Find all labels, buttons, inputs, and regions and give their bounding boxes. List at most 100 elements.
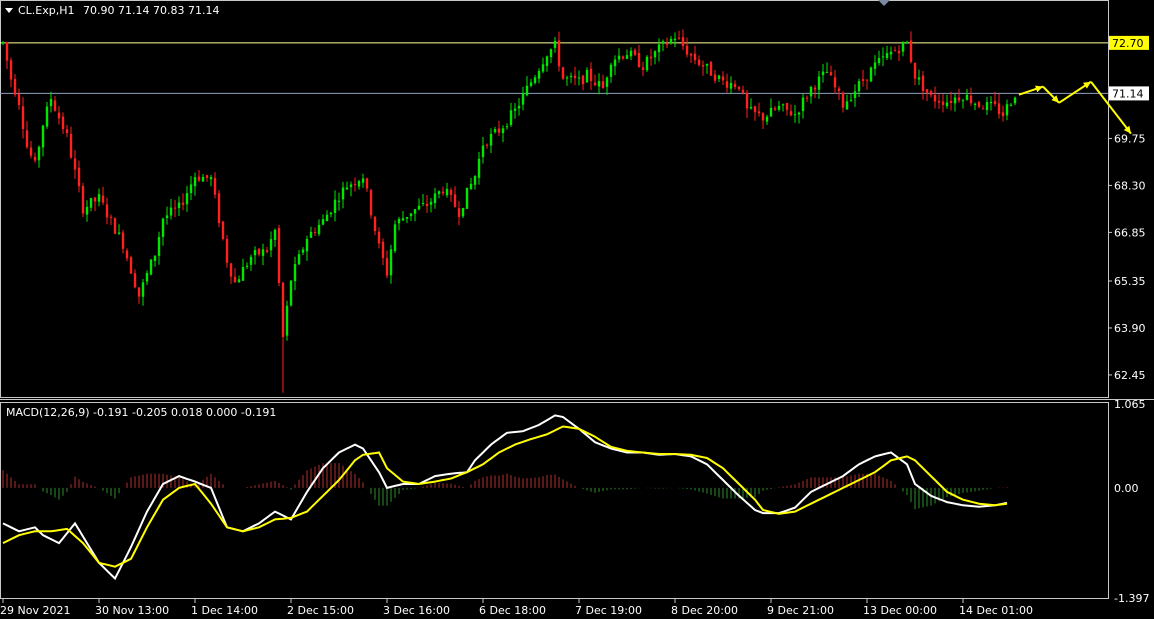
candle [41,124,45,157]
chart-area[interactable]: CL.Exp,H1 70.90 71.14 70.83 71.14 MACD(1… [0,0,1154,619]
candle [321,214,325,226]
candle [989,96,993,111]
candle [417,198,421,211]
candle [53,96,57,112]
candle [957,88,961,103]
candle [693,45,697,65]
time-tick-label: 14 Dec 01:00 [959,604,1033,617]
time-tick-label: 8 Dec 20:00 [671,604,738,617]
candle [485,143,489,149]
candle [637,44,641,68]
symbol-label[interactable]: CL.Exp,H1 [18,4,75,17]
candle [525,76,529,97]
candle [617,48,621,63]
price-panel-frame [0,0,1109,398]
candle [137,287,141,304]
candle [225,235,229,268]
candle [789,104,793,117]
candle [897,45,901,62]
candle [949,91,953,111]
arrow-head-icon [1035,85,1043,93]
candle [37,145,41,168]
candle [921,70,925,100]
time-axis[interactable]: 29 Nov 2021 30 Nov 13:00 1 Dec 14:00 2 Dec … [0,599,1033,617]
candle [389,244,393,284]
candle [977,100,981,109]
level-price-tag: 72.70 [1109,35,1149,50]
candle [797,111,801,124]
candle [145,270,149,285]
candle [1001,105,1005,122]
price-tick-label: 68.30 [1114,179,1146,192]
candle [605,76,609,95]
candle [313,227,317,237]
candle [573,66,577,86]
candle [633,48,637,57]
candle [105,197,109,225]
ohlc-readout: 70.90 71.14 70.83 71.14 [83,4,219,17]
candle [305,235,309,261]
candle [277,224,281,287]
candle [169,199,173,220]
candle [793,104,797,123]
candle [69,126,73,159]
candle [381,238,385,266]
candles-group [1,29,1017,393]
candle [849,93,853,102]
candle [729,76,733,94]
candle [205,174,209,182]
candle [785,102,789,116]
candle [845,94,849,110]
candle [233,268,237,284]
candle [73,150,77,179]
candle [481,136,485,164]
candle [653,50,657,65]
candle [585,67,589,83]
candle [933,86,937,109]
candle [997,93,1001,119]
candle [677,30,681,40]
candle [193,172,197,196]
price-axis[interactable]: 69.75 68.30 66.85 65.35 63.90 62.45 [1108,132,1146,382]
candle [597,73,601,95]
candle [709,60,713,76]
candle [341,181,345,209]
candle [661,39,665,52]
candle [493,126,497,134]
candle [733,80,737,90]
time-tick-label: 9 Dec 21:00 [767,604,834,617]
candle [369,188,373,219]
candle [445,182,449,198]
macd-axis[interactable]: 1.065 0.00 -1.397 [1114,398,1149,605]
price-tick-label: 66.85 [1114,226,1146,239]
macd-histogram [2,463,1008,510]
candle [769,98,773,117]
symbol-dropdown-icon[interactable] [5,8,13,13]
macd-tick-label: 1.065 [1114,398,1146,411]
candle [113,217,117,235]
candle [185,185,189,212]
candle [569,72,573,84]
candle [501,125,505,143]
candle [65,124,69,138]
candle [557,31,561,72]
candle [245,262,249,270]
candle [593,74,597,87]
candle [285,300,289,341]
candle [853,84,857,107]
candle [801,93,805,119]
candle [209,174,213,187]
candle [13,74,17,97]
candle [701,60,705,76]
candle [85,200,89,222]
candle [973,102,977,111]
shift-marker-icon[interactable] [878,0,890,6]
candle [705,63,709,74]
candle [1013,96,1017,106]
candle [869,66,873,82]
candle [937,93,941,109]
candle [589,62,593,90]
candle [437,190,441,199]
svg-text:71.14: 71.14 [1112,87,1144,100]
candle [697,55,701,67]
